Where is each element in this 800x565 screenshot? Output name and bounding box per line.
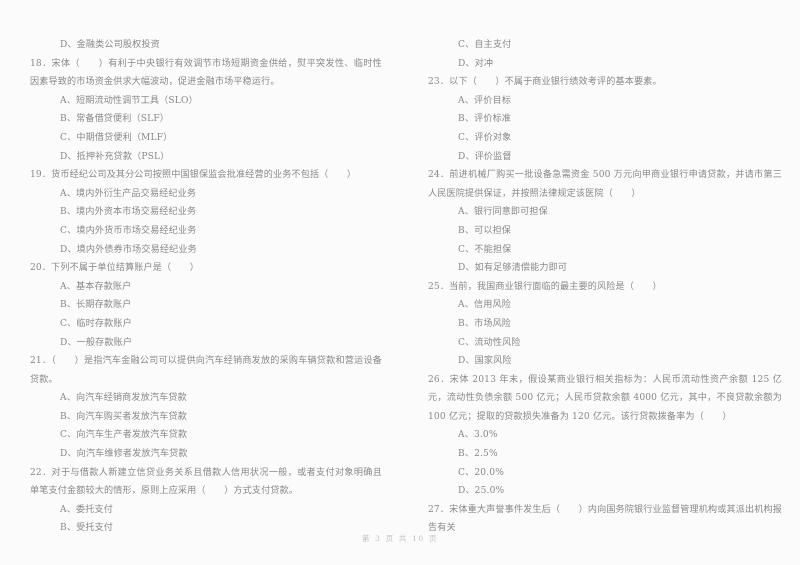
left-column: D、金融类公司股权投资 18．宋体（ ）有利于中央银行有效调节市场短期资金供给，熨… (0, 36, 400, 538)
scanned-page: D、金融类公司股权投资 18．宋体（ ）有利于中央银行有效调节市场短期资金供给，熨… (0, 0, 800, 565)
option-q21-b: B、向汽车购买者发放汽车贷款 (60, 411, 188, 422)
option-q21-d: D、向汽车维修者发放汽车贷款 (60, 449, 188, 460)
option-q25-b: B、市场风险 (458, 318, 512, 329)
option-q26-c: C、20.0% (458, 467, 504, 478)
option-q25-d: D、国家风险 (458, 356, 512, 367)
option-q20-b: B、长期存款账户 (60, 300, 132, 311)
option-q26-b: B、2.5% (458, 449, 498, 460)
option-q19-a: A、境内外衍生产品交易经纪业务 (60, 188, 197, 199)
question-25: 25．当前，我国商业银行面临的最主要的风险是（ ） (428, 281, 662, 292)
right-column: C、自主支付 D、对冲 23．以下（ ）不属于商业银行绩效考评的基本要素。 A、评价目… (400, 36, 800, 538)
question-22: 22．对于与借款人新建立信贷业务关系且借款人信用状况一般，或者支付对象明确且单笔… (30, 467, 382, 497)
option-q20-d: D、一般存款账户 (60, 337, 133, 348)
option-q25-a: A、信用风险 (458, 300, 511, 311)
question-23: 23．以下（ ）不属于商业银行绩效考评的基本要素。 (428, 77, 662, 88)
option-q22-c: C、自主支付 (458, 40, 512, 50)
option-q25-c: C、流动性风险 (458, 337, 521, 348)
option-q19-d: D、境内外债券市场交易经纪业务 (60, 244, 197, 255)
option-q22-d: D、对冲 (458, 58, 494, 69)
option-q23-a: A、评价目标 (458, 95, 511, 106)
option-q22-a: A、委托支付 (60, 504, 113, 515)
option-q18-d: D、抵押补充贷款（PSL） (60, 151, 170, 162)
page-footer: 第 3 页 共 10 页 (361, 534, 439, 543)
option-q18-b: B、常备借贷便利（SLF） (60, 114, 170, 125)
question-18: 18．宋体（ ）有利于中央银行有效调节市场短期资金供给，熨平突发性、临时性因素导… (30, 58, 382, 88)
option-q23-b: B、评价标准 (458, 114, 512, 125)
option-q21-c: C、向汽车生产者发放汽车贷款 (60, 430, 188, 441)
two-column-body: D、金融类公司股权投资 18．宋体（ ）有利于中央银行有效调节市场短期资金供给，熨… (0, 36, 800, 538)
question-19: 19．货币经纪公司及其分公司按照中国银保监会批准经营的业务不包括（ ） (30, 170, 357, 181)
option-q24-b: B、可以担保 (458, 225, 512, 236)
option-q18-c: C、中期借贷便利（MLF） (60, 132, 173, 143)
option-q19-c: C、境内外货币市场交易经纪业务 (60, 225, 197, 236)
option-q21-a: A、向汽车经销商发放汽车贷款 (60, 393, 187, 404)
option-q26-d: D、25.0% (458, 486, 505, 497)
option-q24-a: A、银行同意即可担保 (458, 207, 548, 218)
option-q23-d: D、评价监督 (458, 151, 512, 162)
question-20: 20．下列不属于单位结算账户是（ ） (30, 263, 200, 274)
option-q19-b: B、境内外资本市场交易经纪业务 (60, 207, 197, 218)
question-24: 24．前进机械厂购买一批设备急需资金 500 万元向甲商业银行申请贷款，并请市第… (428, 170, 782, 199)
option-q24-d: D、如有足够清偿能力即可 (458, 263, 568, 274)
option-q18-a: A、短期流动性调节工具（SLO） (60, 95, 198, 106)
option-q20-a: A、基本存款账户 (60, 281, 132, 292)
option-q24-c: C、不能担保 (458, 244, 512, 255)
question-26: 26．宋体 2013 年末，假设某商业银行相关指标为：人民币流动性资产余额 12… (428, 374, 782, 422)
option-q20-c: C、临时存款账户 (60, 318, 132, 329)
option-q17-d: D、金融类公司股权投资 (60, 40, 160, 50)
option-q23-c: C、评价对象 (458, 132, 512, 143)
question-21: 21．（ ）是指汽车金融公司可以提供向汽车经销商发放的采购车辆贷款和营运设备贷款… (30, 356, 382, 385)
option-q26-a: A、3.0% (458, 430, 498, 441)
